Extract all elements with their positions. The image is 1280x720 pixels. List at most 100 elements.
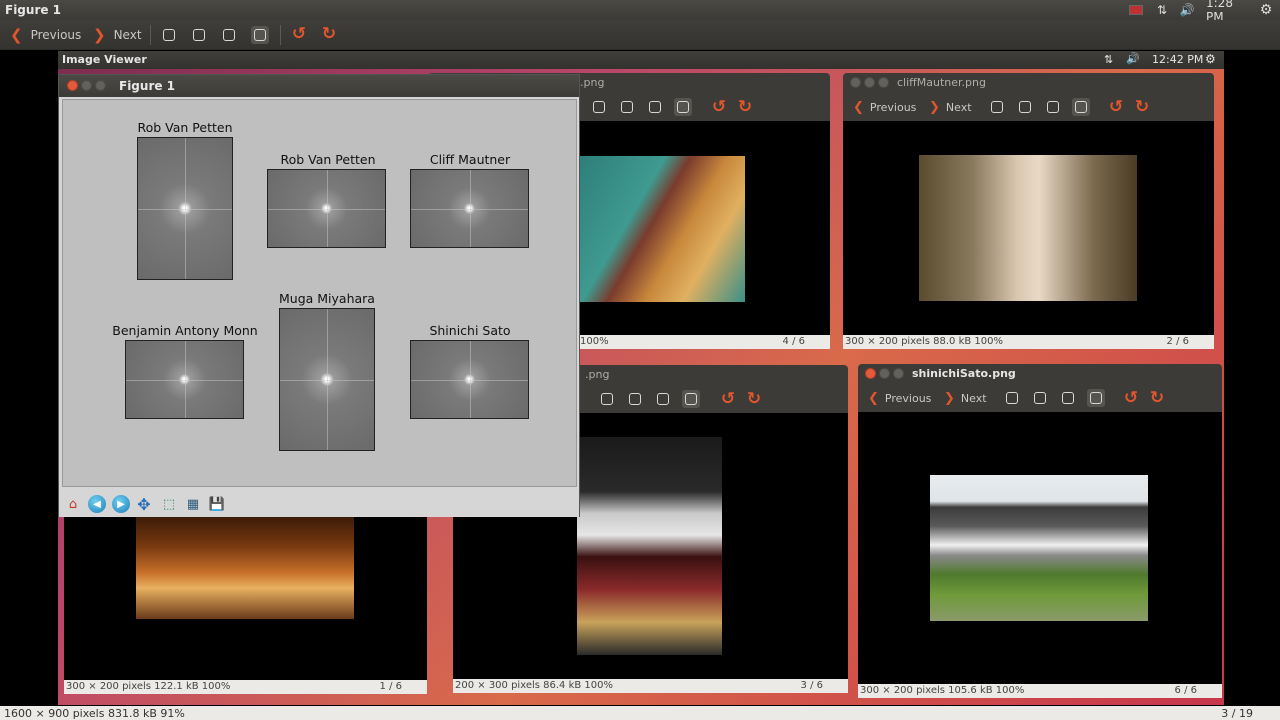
separator xyxy=(280,25,281,45)
zoom-out-icon[interactable] xyxy=(1016,98,1034,116)
zoom-in-icon[interactable] xyxy=(1003,389,1021,407)
forward-icon[interactable]: ▶ xyxy=(112,495,130,513)
next-label: Next xyxy=(113,28,142,42)
status-index: 3 / 19 xyxy=(1221,707,1253,720)
rotate-left-icon[interactable]: ↺ xyxy=(1122,388,1140,408)
viewer-toolbar: ❮ Previous ❯ Next ↺ ↻ xyxy=(858,384,1222,412)
best-fit-icon[interactable] xyxy=(682,390,700,408)
best-fit-icon[interactable] xyxy=(1087,389,1105,407)
back-icon[interactable]: ◀ xyxy=(88,495,106,513)
zoom-out-icon[interactable] xyxy=(618,98,636,116)
zoom-out-icon[interactable] xyxy=(190,26,208,44)
minimize-icon[interactable] xyxy=(81,80,92,91)
best-fit-icon[interactable] xyxy=(251,26,269,44)
rotate-left-icon[interactable]: ↺ xyxy=(719,389,737,409)
normal-size-icon[interactable] xyxy=(646,98,664,116)
figure-title: Figure 1 xyxy=(119,79,176,93)
next-label: Next xyxy=(945,100,972,114)
best-fit-icon[interactable] xyxy=(674,98,692,116)
close-icon[interactable] xyxy=(850,77,861,88)
rotate-right-icon[interactable]: ↻ xyxy=(745,389,763,409)
save-icon[interactable]: 💾 xyxy=(207,494,227,514)
status-info: 1600 × 900 pixels 831.8 kB 91% xyxy=(4,707,185,720)
rotate-left-icon[interactable]: ↺ xyxy=(1107,97,1125,117)
status-index: 6 / 6 xyxy=(1174,685,1197,696)
viewer-canvas xyxy=(843,121,1214,335)
inner-clock[interactable]: 12:42 PM xyxy=(1152,53,1203,66)
viewer-statusbar: 300 × 200 pixels 105.6 kB 100% 6 / 6 xyxy=(858,684,1222,698)
close-icon[interactable] xyxy=(67,80,78,91)
rotate-left-icon[interactable]: ↺ xyxy=(290,24,308,44)
previous-button[interactable]: ❮ Previous xyxy=(853,96,916,118)
minimize-icon[interactable] xyxy=(864,77,875,88)
zoom-in-icon[interactable] xyxy=(590,98,608,116)
normal-size-icon[interactable] xyxy=(654,390,672,408)
viewer-title: cliffMautner.png xyxy=(897,76,986,89)
viewer-window[interactable]: cliffMautner.png ❮ Previous ❯ Next ↺ ↻ 300… xyxy=(843,73,1214,349)
viewer-window[interactable]: shinichiSato.png ❮ Previous ❯ Next ↺ ↻ 300… xyxy=(858,364,1222,698)
zoom-in-icon[interactable] xyxy=(160,26,178,44)
status-index: 3 / 6 xyxy=(800,680,823,691)
maximize-icon[interactable] xyxy=(893,368,904,379)
viewer-toolbar: ❮ Previous ❯ Next ↺ ↻ xyxy=(843,93,1214,121)
viewer-titlebar: cliffMautner.png xyxy=(843,73,1214,93)
photo-temple xyxy=(930,475,1148,621)
clock[interactable]: 1:28 PM xyxy=(1206,0,1254,24)
previous-button[interactable]: ❮ Previous xyxy=(10,24,81,46)
inner-app-title: Image Viewer xyxy=(62,53,147,66)
gear-icon[interactable]: ⚙ xyxy=(1258,2,1274,18)
subplot-title: Rob Van Petten xyxy=(280,152,376,167)
next-label: Next xyxy=(960,391,987,405)
previous-label: Previous xyxy=(869,100,917,114)
previous-label: Previous xyxy=(884,391,932,405)
subplot-title: Cliff Mautner xyxy=(429,152,511,167)
next-button[interactable]: ❯ Next xyxy=(93,24,142,46)
outer-top-panel: Figure 1 ⇅ 🔊 1:28 PM ⚙ xyxy=(0,0,1280,24)
close-icon[interactable] xyxy=(865,368,876,379)
subplot-title: Rob Van Petten xyxy=(137,120,233,135)
previous-button[interactable]: ❮ Previous xyxy=(868,387,931,409)
rotate-right-icon[interactable]: ↻ xyxy=(1133,97,1151,117)
figure-window[interactable]: Figure 1 Rob Van Petten Rob Van Petten C… xyxy=(58,74,580,517)
figure-canvas[interactable]: Rob Van Petten Rob Van Petten Cliff Maut… xyxy=(62,99,577,487)
rotate-left-icon[interactable]: ↺ xyxy=(710,97,728,117)
matplotlib-toolbar: ⌂ ◀ ▶ ✥ ⬚ ▦ 💾 xyxy=(59,491,579,517)
home-icon[interactable]: ⌂ xyxy=(63,494,83,514)
separator xyxy=(150,25,151,45)
fft-spectrum-image xyxy=(410,340,529,419)
normal-size-icon[interactable] xyxy=(1044,98,1062,116)
zoom-in-icon[interactable] xyxy=(598,390,616,408)
chevron-right-icon: ❯ xyxy=(929,99,940,115)
network-icon[interactable]: ⇅ xyxy=(1154,2,1170,18)
rotate-right-icon[interactable]: ↻ xyxy=(736,97,754,117)
maximize-icon[interactable] xyxy=(95,80,106,91)
chevron-right-icon: ❯ xyxy=(944,390,955,406)
zoom-out-icon[interactable] xyxy=(1031,389,1049,407)
subplots-config-icon[interactable]: ▦ xyxy=(183,494,203,514)
volume-icon[interactable]: 🔊 xyxy=(1126,52,1140,65)
network-icon[interactable]: ⇅ xyxy=(1104,53,1113,66)
figure-titlebar: Figure 1 xyxy=(59,75,579,97)
zoom-in-icon[interactable] xyxy=(988,98,1006,116)
best-fit-icon[interactable] xyxy=(1072,98,1090,116)
volume-icon[interactable]: 🔊 xyxy=(1178,2,1196,18)
next-button[interactable]: ❯ Next xyxy=(944,387,987,409)
viewer-title: .png xyxy=(585,368,610,381)
normal-size-icon[interactable] xyxy=(220,26,238,44)
fft-spectrum-image xyxy=(125,340,244,419)
gear-icon[interactable]: ⚙ xyxy=(1205,52,1216,66)
zoom-out-icon[interactable] xyxy=(626,390,644,408)
maximize-icon[interactable] xyxy=(878,77,889,88)
next-button[interactable]: ❯ Next xyxy=(929,96,972,118)
normal-size-icon[interactable] xyxy=(1059,389,1077,407)
rotate-right-icon[interactable]: ↻ xyxy=(320,24,338,44)
battery-icon[interactable] xyxy=(1128,2,1144,18)
status-info: 300 × 200 pixels 122.1 kB 100% xyxy=(66,681,231,692)
pan-icon[interactable]: ✥ xyxy=(134,494,154,514)
zoom-icon[interactable]: ⬚ xyxy=(159,494,179,514)
status-info: 100% xyxy=(580,336,609,347)
minimize-icon[interactable] xyxy=(879,368,890,379)
outer-statusbar: 1600 × 900 pixels 831.8 kB 91% 3 / 19 xyxy=(0,706,1280,720)
photo-library xyxy=(136,516,354,619)
rotate-right-icon[interactable]: ↻ xyxy=(1148,388,1166,408)
